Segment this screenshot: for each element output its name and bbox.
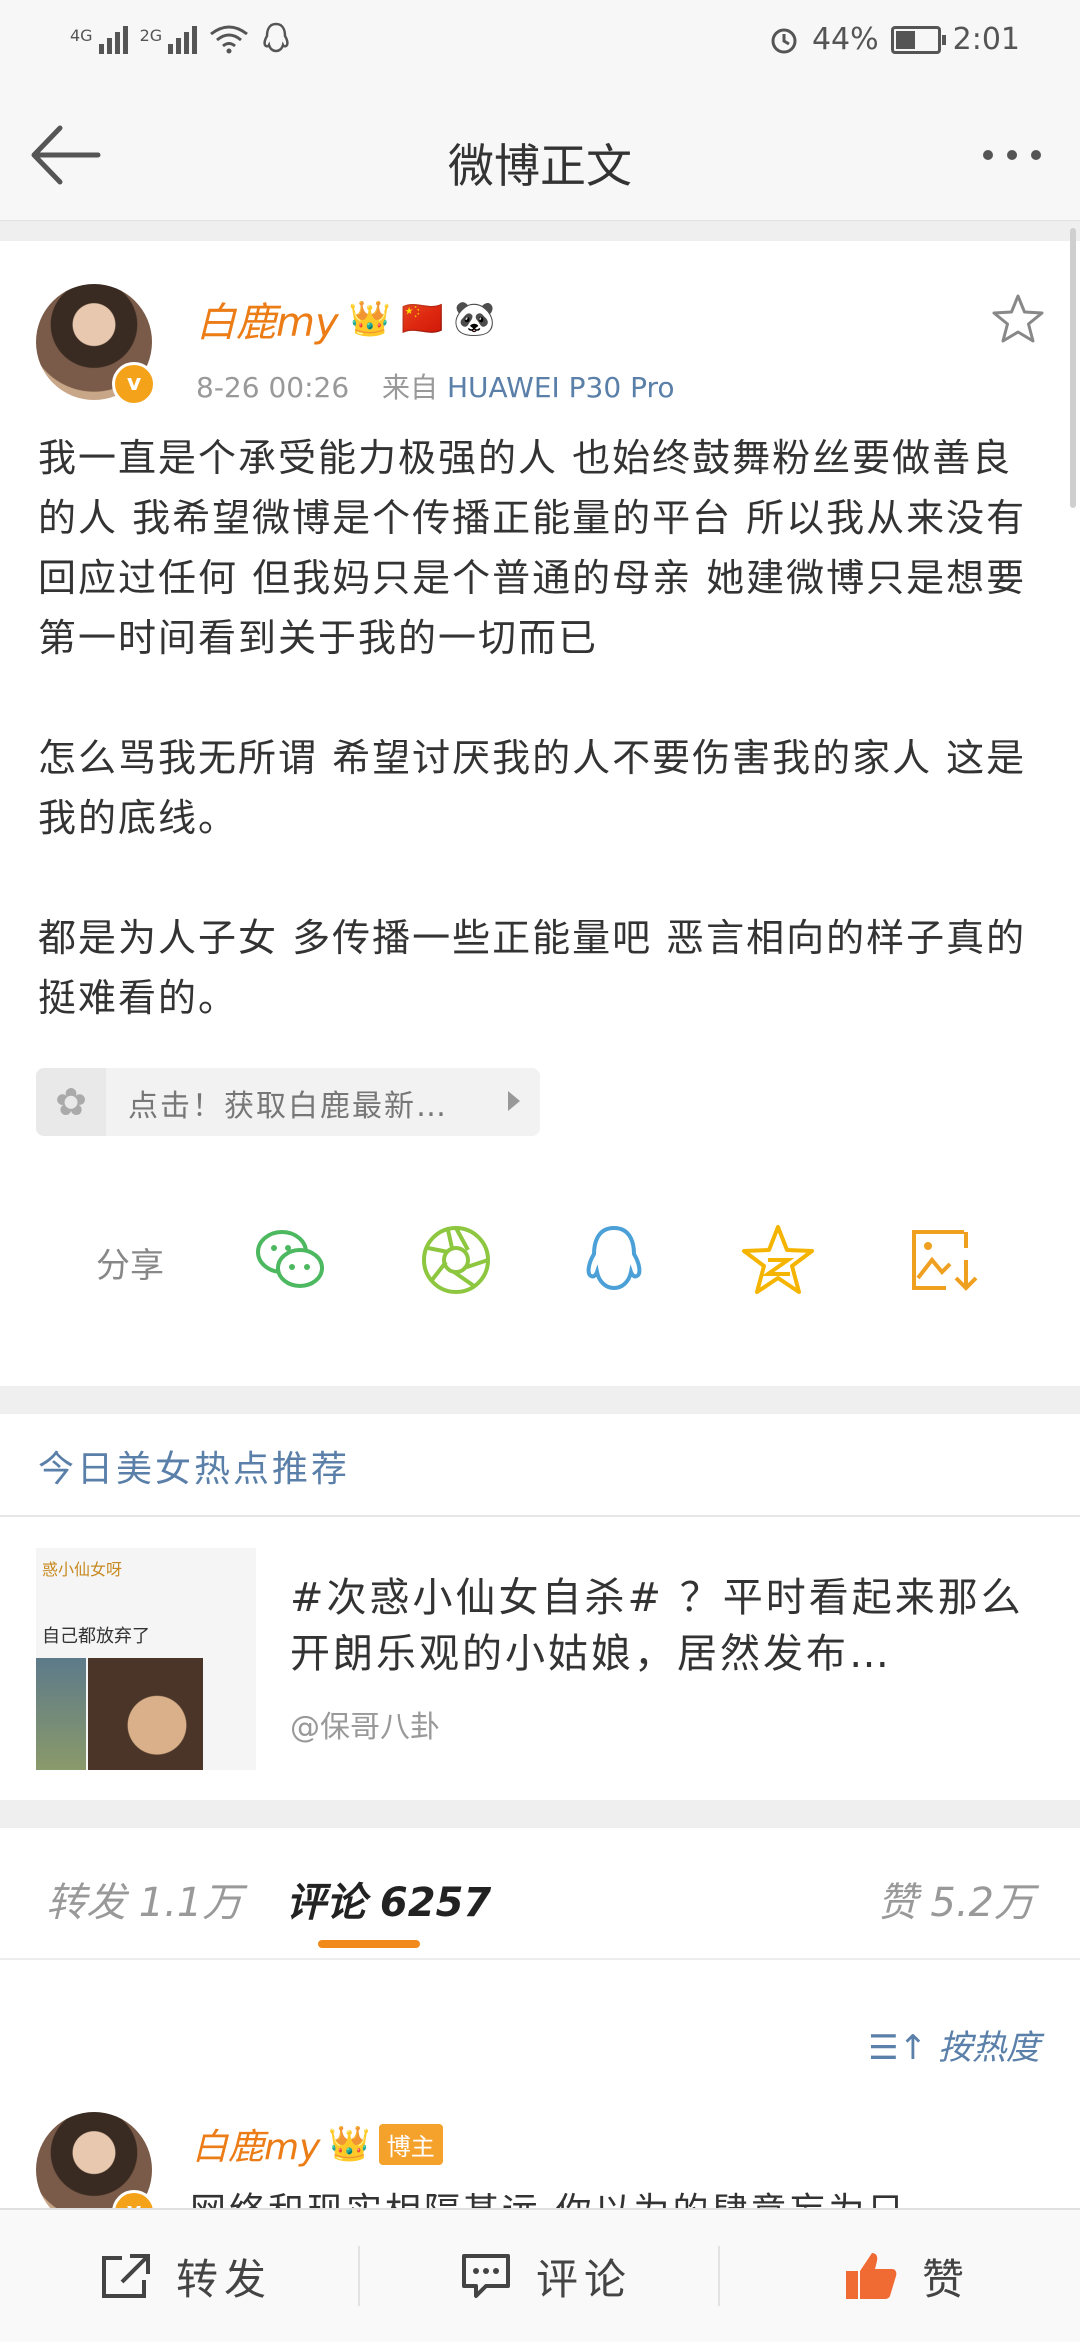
network-type-label-2: 2G <box>139 26 163 45</box>
post-paragraph: 我一直是个承受能力极强的人 也始终鼓舞粉丝要做善良的人 我希望微博是个传播正能量… <box>38 436 1027 660</box>
author-name[interactable]: 白鹿my <box>196 290 339 348</box>
signal-icon-2: 2G <box>140 26 198 54</box>
signal-area: 4G 2G <box>70 22 291 54</box>
tab-comment[interactable]: 评论 6257 <box>286 1870 491 1928</box>
comment-icon <box>462 2254 510 2298</box>
sort-icon: ☰↑ <box>868 2028 928 2068</box>
alarm-icon <box>771 28 797 53</box>
notification-qq-icon <box>263 22 289 53</box>
promo-card[interactable]: ✿ 点击！获取白鹿最新… <box>36 1068 540 1136</box>
host-badge: 博主 <box>378 2123 443 2165</box>
thumbs-up-icon <box>846 2253 897 2299</box>
battery-percent: 44% <box>811 22 879 57</box>
recommend-author[interactable]: @保哥八卦 <box>290 1702 440 1746</box>
share-label: 分享 <box>96 1246 164 1286</box>
separator <box>358 2246 360 2306</box>
comment-author-row: 白鹿my 👑 博主 <box>192 2118 443 2170</box>
promo-card-text: 点击！获取白鹿最新… <box>128 1089 448 1124</box>
share-arrow-icon <box>102 2254 150 2298</box>
scrollbar[interactable] <box>1070 228 1076 508</box>
save-image-icon[interactable] <box>904 1222 980 1298</box>
section-divider <box>0 1800 1080 1828</box>
comment-label: 评论 <box>536 2254 633 2304</box>
section-divider <box>0 221 1080 241</box>
recommend-title[interactable]: 今日美女热点推荐 <box>38 1440 350 1492</box>
clock: 2:01 <box>952 22 1020 57</box>
repost-button[interactable]: 转发 <box>100 2210 272 2342</box>
thumb-sub: 自己都放弃了 <box>42 1626 150 1647</box>
divider <box>0 1958 1080 1960</box>
play-triangle-icon <box>508 1091 520 1111</box>
tab-like[interactable]: 赞 5.2万 <box>878 1870 1034 1928</box>
signal-icon: 4G <box>70 26 128 54</box>
post-time: 8-26 00:26 <box>196 371 350 404</box>
crown-icon: 👑 <box>328 2124 371 2164</box>
like-label: 赞 <box>922 2254 971 2304</box>
repost-label: 转发 <box>176 2254 273 2304</box>
sort-button[interactable]: ☰↑ 按热度 <box>868 2020 1040 2069</box>
post-paragraph: 都是为人子女 多传播一些正能量吧 恶言相向的样子真的挺难看的。 <box>38 916 1027 1020</box>
page-title: 微博正文 <box>448 139 632 193</box>
wifi-icon <box>210 25 249 54</box>
post-paragraph: 怎么骂我无所谓 希望讨厌我的人不要伤害我的家人 这是我的底线。 <box>38 736 1027 840</box>
separator <box>718 2246 720 2306</box>
section-divider <box>0 1386 1080 1414</box>
panda-icon: 🐼 <box>453 299 496 339</box>
bottom-action-bar: 转发 评论 赞 <box>0 2208 1080 2342</box>
post-content: 我一直是个承受能力极强的人 也始终鼓舞粉丝要做善良的人 我希望微博是个传播正能量… <box>38 428 1048 1028</box>
recommend-text[interactable]: #次惑小仙女自杀# ？平时看起来那么开朗乐观的小姑娘，居然发布… <box>290 1570 1050 1682</box>
china-flag-icon: 🇨🇳 <box>400 299 444 339</box>
flower-icon: ✿ <box>36 1068 106 1136</box>
thumb-name: 惑小仙女呀 <box>42 1560 123 1579</box>
from-label: 来自 <box>382 371 439 404</box>
divider <box>0 1515 1080 1517</box>
comment-button[interactable]: 评论 <box>460 2210 632 2342</box>
tab-repost[interactable]: 转发 1.1万 <box>46 1870 242 1928</box>
nav-bar: 微博正文 <box>0 90 1080 221</box>
more-options-button[interactable] <box>974 140 1050 170</box>
comment-author[interactable]: 白鹿my <box>192 2118 320 2170</box>
sort-label: 按热度 <box>938 2028 1040 2068</box>
like-button[interactable]: 赞 <box>844 2210 970 2342</box>
post-meta: 8-26 00:26 来自 HUAWEI P30 Pro <box>196 366 675 406</box>
qzone-star-icon[interactable] <box>740 1222 816 1298</box>
author-row: 白鹿my 👑 🇨🇳 🐼 <box>196 290 496 348</box>
status-right: 44% 2:01 <box>768 22 1020 57</box>
crown-icon: 👑 <box>348 299 391 339</box>
post-source[interactable]: HUAWEI P30 Pro <box>447 371 675 404</box>
verified-badge-icon: v <box>112 362 156 406</box>
status-bar: 4G 2G 44% 2:01 <box>0 0 1080 90</box>
recommend-thumbnail[interactable]: 惑小仙女呀 自己都放弃了 <box>36 1548 256 1770</box>
qq-icon[interactable] <box>576 1222 652 1298</box>
favorite-star-icon[interactable] <box>990 292 1046 348</box>
network-type-label: 4G <box>70 26 93 45</box>
battery-icon <box>890 25 946 54</box>
tab-indicator <box>318 1940 420 1948</box>
moments-icon[interactable] <box>418 1222 494 1298</box>
wechat-icon[interactable] <box>252 1222 328 1298</box>
